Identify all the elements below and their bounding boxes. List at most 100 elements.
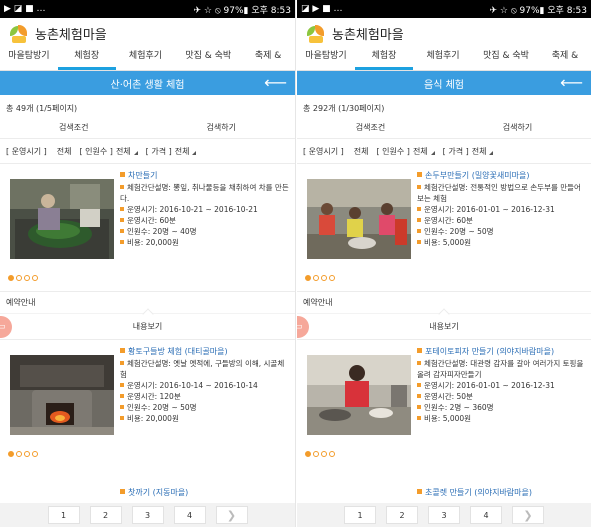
result-count: 총 49개 (1/5페이지) xyxy=(6,104,78,113)
next-page-icon[interactable]: ❯ xyxy=(512,506,544,524)
experience-period: 운영시기: 2016-10-21 ~ 2016-10-21 xyxy=(120,204,291,215)
logo-icon xyxy=(8,24,30,44)
search-button[interactable]: 검색하기 xyxy=(444,117,591,138)
filter-row: [ 운영시기 ] 전체 [ 인원수 ] 전체 [ 가격 ] 전체 xyxy=(297,139,591,163)
experience-card[interactable]: 손두부만들기 (밀양꽃새미마을) 체험간단설명: 전통적인 방법으로 손두부를 … xyxy=(297,163,591,291)
screen: ▶ ◪ ■ … ✈ ☆ ⦸ 97%▮ 오후 8:53 농촌체험마을 마을탐방기 … xyxy=(0,0,591,527)
app-title: 농촌체험마을 xyxy=(35,28,107,43)
view-details-button[interactable]: ▭ 내용보기 xyxy=(297,308,591,339)
page-2-button[interactable]: 2 xyxy=(89,506,122,524)
tab-experience[interactable]: 체험장 xyxy=(355,48,413,70)
status-right: ✈ ☆ ⦸ 97%▮ 오후 8:53 xyxy=(489,5,587,16)
app-title: 농촌체험마을 xyxy=(332,28,404,43)
status-left: ▶ ◪ ■ … xyxy=(4,4,46,14)
page-3-button[interactable]: 3 xyxy=(131,506,164,524)
experience-photo xyxy=(307,355,411,435)
back-arrow-icon[interactable]: ⟵ xyxy=(560,74,583,92)
price-select[interactable]: 전체 xyxy=(472,146,494,157)
experience-time: 운영시간: 60분 xyxy=(417,215,587,226)
next-page-icon[interactable]: ❯ xyxy=(215,506,248,524)
search-row: 검색조건 검색하기 xyxy=(0,117,295,139)
tab-review[interactable]: 체험후기 xyxy=(116,48,176,70)
photo-pager[interactable] xyxy=(8,275,40,281)
experience-desc: 체험간단설명: 뽕잎, 취나물등을 채취하여 차를 만든다. xyxy=(120,183,289,203)
photo-pager[interactable] xyxy=(305,451,337,457)
experience-card[interactable]: 차만들기 체험간단설명: 뽕잎, 취나물등을 채취하여 차를 만든다. 운영시기… xyxy=(0,163,295,291)
tab-food-stay[interactable]: 맛집 & 숙박 xyxy=(473,48,539,70)
pagination: 1 2 3 4 ❯ xyxy=(0,503,295,527)
experience-title[interactable]: 차만들기 xyxy=(120,170,291,181)
experience-period: 운영시기: 2016-01-01 ~ 2016-12-31 xyxy=(417,204,587,215)
experience-photo xyxy=(307,179,411,259)
camera-icon[interactable]: ▭ xyxy=(0,316,12,338)
logo-icon xyxy=(305,24,327,44)
price-value: 전체 xyxy=(174,146,190,156)
dropdown-icon xyxy=(489,151,494,155)
page-4-button[interactable]: 4 xyxy=(173,506,206,524)
page-1-button[interactable]: 1 xyxy=(47,506,80,524)
people-select[interactable]: 전체 xyxy=(116,146,138,157)
experience-info: 차만들기 체험간단설명: 뽕잎, 취나물등을 채취하여 차를 만든다. 운영시기… xyxy=(120,170,291,248)
tab-village-tour[interactable]: 마을탐방기 xyxy=(297,48,355,70)
category-banner: 음식 체험 ⟵ xyxy=(297,71,591,95)
category-title: 음식 체험 xyxy=(424,79,464,91)
page-1-button[interactable]: 1 xyxy=(344,506,376,524)
view-details-label: 내용보기 xyxy=(132,322,163,331)
tab-festival[interactable]: 축제 & xyxy=(241,48,295,70)
tab-bar: 마을탐방기 체험장 체험후기 맛집 & 숙박 축제 & xyxy=(0,49,295,71)
page-2-button[interactable]: 2 xyxy=(386,506,418,524)
view-details-button[interactable]: ▭ 내용보기 xyxy=(0,308,295,339)
app-header: 농촌체험마을 xyxy=(0,18,295,49)
experience-people: 인원수: 20명 ~ 40명 xyxy=(120,226,291,237)
dropdown-icon xyxy=(430,151,435,155)
experience-card[interactable]: 황토구들방 체험 (대티골마을) 체험간단설명: 옛날 옛적에, 구들방의 이해… xyxy=(0,339,295,467)
experience-photo xyxy=(10,179,114,259)
tab-experience[interactable]: 체험장 xyxy=(57,48,116,70)
category-title: 산·어촌 생활 체험 xyxy=(110,79,185,91)
next-experience-title[interactable]: 찻까기 (지동마을) xyxy=(0,487,295,503)
period-select[interactable]: 전체 xyxy=(57,146,72,157)
experience-period: 운영시기: 2016-10-14 ~ 2016-10-14 xyxy=(120,380,291,391)
tab-food-stay[interactable]: 맛집 & 숙박 xyxy=(175,48,241,70)
experience-period: 운영시기: 2016-01-01 ~ 2016-12-31 xyxy=(417,380,587,391)
status-bar: ▶ ◪ ■ … ✈ ☆ ⦸ 97%▮ 오후 8:53 xyxy=(0,0,295,18)
price-label: [ 가격 ] xyxy=(442,146,469,156)
experience-title[interactable]: 손두부만들기 (밀양꽃새미마을) xyxy=(417,170,587,181)
people-select[interactable]: 전체 xyxy=(413,146,435,157)
page-4-button[interactable]: 4 xyxy=(470,506,502,524)
search-button[interactable]: 검색하기 xyxy=(148,117,296,138)
page-3-button[interactable]: 3 xyxy=(428,506,460,524)
back-arrow-icon[interactable]: ⟵ xyxy=(264,74,287,92)
photo-pager[interactable] xyxy=(8,451,40,457)
experience-desc: 체험간단설명: 전통적인 방법으로 손두부를 만들어 보는 체험 xyxy=(417,183,581,203)
people-label: [ 인원수 ] xyxy=(79,146,113,156)
tab-bar: 마을탐방기 체험장 체험후기 맛집 & 숙박 축제 & xyxy=(297,49,591,71)
app-header: 농촌체험마을 xyxy=(297,18,591,49)
experience-time: 운영시간: 120분 xyxy=(120,391,291,402)
experience-info: 손두부만들기 (밀양꽃새미마을) 체험간단설명: 전통적인 방법으로 손두부를 … xyxy=(417,170,587,248)
tab-review[interactable]: 체험후기 xyxy=(413,48,473,70)
period-select[interactable]: 전체 xyxy=(354,146,369,157)
tab-festival[interactable]: 축제 & xyxy=(539,48,591,70)
experience-people: 인원수: 20명 ~ 50명 xyxy=(417,226,587,237)
experience-title[interactable]: 포테이토피자 만들기 (의야지바람마을) xyxy=(417,346,587,357)
next-experience-title[interactable]: 초콜렛 만들기 (의야지바람마을) xyxy=(297,487,591,503)
left-screen: ▶ ◪ ■ … ✈ ☆ ⦸ 97%▮ 오후 8:53 농촌체험마을 마을탐방기 … xyxy=(0,0,296,527)
status-left: ◪ ▶ ■ … xyxy=(301,4,343,14)
experience-desc: 체험간단설명: 옛날 옛적에, 구들방의 이해, 시골체험 xyxy=(120,359,285,379)
experience-card[interactable]: 포테이토피자 만들기 (의야지바람마을) 체험간단설명: 대관령 감자를 갈아 … xyxy=(297,339,591,467)
filter-row: [ 운영시기 ] 전체 [ 인원수 ] 전체 [ 가격 ] 전체 xyxy=(0,139,295,163)
experience-info: 황토구들방 체험 (대티골마을) 체험간단설명: 옛날 옛적에, 구들방의 이해… xyxy=(120,346,291,424)
price-select[interactable]: 전체 xyxy=(175,146,197,157)
price-label: [ 가격 ] xyxy=(145,146,172,156)
experience-title[interactable]: 황토구들방 체험 (대티골마을) xyxy=(120,346,291,357)
tab-village-tour[interactable]: 마을탐방기 xyxy=(0,48,58,70)
people-value: 전체 xyxy=(412,146,428,156)
photo-pager[interactable] xyxy=(305,275,337,281)
period-value: 전체 xyxy=(56,146,72,156)
pagination: 1 2 3 4 ❯ xyxy=(297,503,591,527)
experience-cost: 비용: 5,000원 xyxy=(417,237,587,248)
camera-icon[interactable]: ▭ xyxy=(297,316,309,338)
people-label: [ 인원수 ] xyxy=(376,146,410,156)
search-condition-label: 검색조건 xyxy=(59,123,89,132)
